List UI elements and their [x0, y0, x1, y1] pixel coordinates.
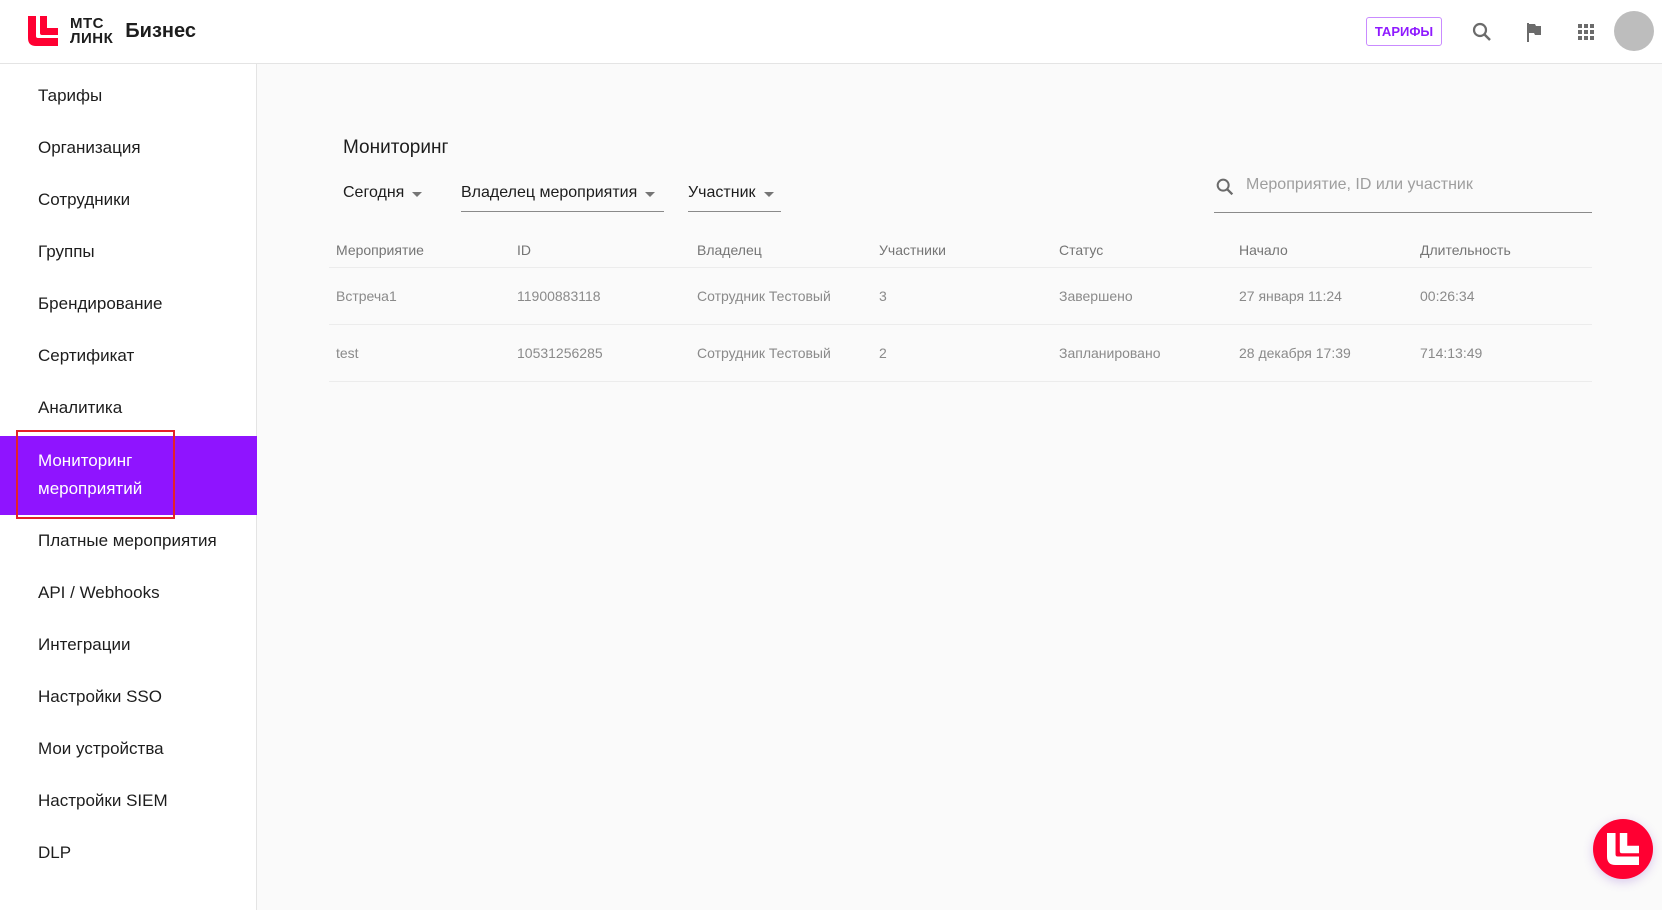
logo[interactable]: МТСЛИНК Бизнес: [28, 16, 196, 46]
search-icon[interactable]: [1470, 20, 1494, 44]
mts-link-logo-icon: [1607, 833, 1639, 865]
user-avatar[interactable]: [1614, 11, 1654, 51]
apps-grid-icon[interactable]: [1574, 20, 1598, 44]
sidebar-item-tariffs[interactable]: Тарифы: [0, 81, 257, 111]
sidebar-item-organization[interactable]: Организация: [0, 133, 257, 163]
event-status: Завершено: [1059, 288, 1133, 304]
sidebar-item-certificate[interactable]: Сертификат: [0, 341, 257, 371]
event-owner: Сотрудник Тестовый: [697, 288, 831, 304]
sidebar-item-employees[interactable]: Сотрудники: [0, 185, 257, 215]
event-status: Запланировано: [1059, 345, 1161, 361]
event-duration: 00:26:34: [1420, 288, 1475, 304]
chevron-down-icon: [764, 192, 774, 197]
period-filter[interactable]: Сегодня: [343, 184, 422, 212]
sidebar-item-siem-settings[interactable]: Настройки SIEM: [0, 786, 257, 816]
event-start: 28 декабря 17:39: [1239, 345, 1351, 361]
event-id: 10531256285: [517, 345, 603, 361]
column-header-id[interactable]: ID: [517, 242, 531, 258]
search-field[interactable]: [1214, 176, 1592, 213]
brand-name: Бизнес: [125, 20, 196, 43]
event-name: Встреча1: [336, 288, 397, 304]
sidebar-item-my-devices[interactable]: Мои устройства: [0, 734, 257, 764]
chevron-down-icon: [412, 192, 422, 197]
mts-link-logo-icon: [28, 16, 58, 46]
sidebar-item-groups[interactable]: Группы: [0, 237, 257, 267]
search-input[interactable]: [1246, 176, 1576, 194]
table-row[interactable]: test 10531256285 Сотрудник Тестовый 2 За…: [329, 325, 1592, 382]
column-header-status[interactable]: Статус: [1059, 242, 1103, 258]
event-owner: Сотрудник Тестовый: [697, 345, 831, 361]
support-chat-button[interactable]: [1593, 819, 1653, 879]
event-start: 27 января 11:24: [1239, 288, 1342, 304]
sidebar-item-analytics[interactable]: Аналитика: [0, 393, 257, 423]
sidebar-item-dlp[interactable]: DLP: [0, 838, 257, 868]
participant-filter-label: Участник: [688, 184, 756, 202]
page-title: Мониторинг: [343, 137, 448, 159]
owner-filter-label: Владелец мероприятия: [461, 184, 637, 202]
column-header-owner[interactable]: Владелец: [697, 242, 762, 258]
table-header: Мероприятие ID Владелец Участники Статус…: [329, 235, 1592, 268]
column-header-event[interactable]: Мероприятие: [336, 242, 424, 258]
flag-icon[interactable]: [1522, 20, 1546, 44]
column-header-participants[interactable]: Участники: [879, 242, 946, 258]
table-row[interactable]: Встреча1 11900883118 Сотрудник Тестовый …: [329, 268, 1592, 325]
participant-filter[interactable]: Участник: [688, 184, 781, 212]
chevron-down-icon: [645, 192, 655, 197]
logo-text: МТСЛИНК: [70, 16, 113, 46]
sidebar-item-branding[interactable]: Брендирование: [0, 289, 257, 319]
event-participants: 2: [879, 345, 887, 361]
search-icon: [1214, 176, 1236, 198]
column-header-start[interactable]: Начало: [1239, 242, 1288, 258]
top-header: МТСЛИНК Бизнес ТАРИФЫ: [0, 0, 1662, 64]
events-table: Мероприятие ID Владелец Участники Статус…: [329, 235, 1592, 382]
tariffs-button[interactable]: ТАРИФЫ: [1366, 17, 1442, 46]
sidebar-item-api-webhooks[interactable]: API / Webhooks: [0, 578, 257, 608]
sidebar-item-paid-events[interactable]: Платные мероприятия: [0, 526, 257, 556]
event-participants: 3: [879, 288, 887, 304]
column-header-duration[interactable]: Длительность: [1420, 242, 1511, 258]
active-item-label[interactable]: Мониторинг мероприятий: [38, 447, 218, 503]
event-duration: 714:13:49: [1420, 345, 1482, 361]
sidebar-item-integrations[interactable]: Интеграции: [0, 630, 257, 660]
event-name: test: [336, 345, 359, 361]
owner-filter[interactable]: Владелец мероприятия: [461, 184, 664, 212]
period-filter-label: Сегодня: [343, 184, 404, 202]
sidebar-item-sso-settings[interactable]: Настройки SSO: [0, 682, 257, 712]
event-id: 11900883118: [517, 288, 601, 304]
